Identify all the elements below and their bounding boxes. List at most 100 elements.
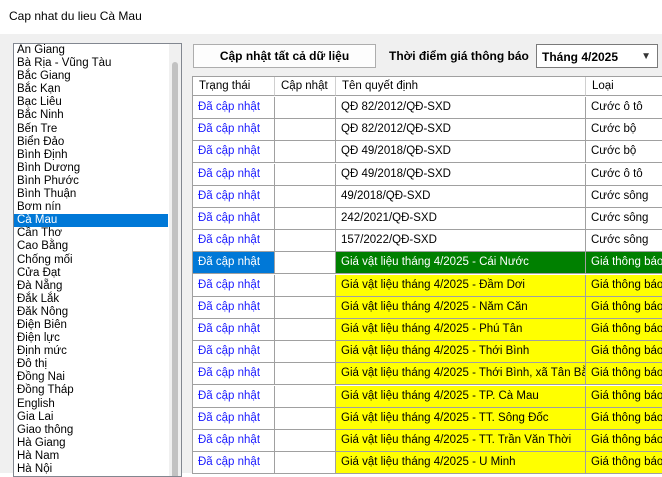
month-select[interactable]: Tháng 4/2025 ▼ (536, 44, 658, 68)
province-list-item[interactable]: Hà Nam (14, 450, 168, 463)
province-list-item[interactable]: Hà Giang (14, 437, 168, 450)
cell-status[interactable]: Đã cập nhật (193, 119, 275, 142)
cell-decision-name[interactable]: Giá vật liệu tháng 4/2025 - Phú Tân (336, 319, 586, 341)
cell-status[interactable]: Đã cập nhật (193, 208, 275, 230)
cell-decision-name[interactable]: Giá vật liệu tháng 4/2025 - Đầm Dơi (336, 274, 586, 297)
cell-status[interactable]: Đã cập nhật (193, 430, 275, 452)
cell-type[interactable]: Cước ô tô (586, 164, 662, 186)
cell-decision-name[interactable]: Giá vật liệu tháng 4/2025 - TT. Sông Đốc (336, 407, 586, 430)
cell-decision-name[interactable]: QĐ 82/2012/QĐ-SXD (336, 97, 586, 119)
province-list-item[interactable]: Bơm nín (14, 201, 168, 214)
cell-decision-name[interactable]: Giá vật liệu tháng 4/2025 - TP. Cà Mau (336, 385, 586, 408)
province-list-item[interactable]: Cao Bằng (14, 240, 168, 253)
table-row[interactable]: Đã cập nhật Giá vật liệu tháng 4/2025 - U… (193, 452, 662, 474)
cell-type[interactable]: Giá thông báo (586, 385, 662, 408)
cell-type[interactable]: Cước bộ (586, 119, 662, 142)
province-list-item[interactable]: Đồng Tháp (14, 384, 168, 397)
table-row[interactable]: Đã cập nhật Giá vật liệu tháng 4/2025 - T… (193, 407, 662, 430)
column-header-decision-name[interactable]: Tên quyết định (336, 77, 586, 96)
table-row[interactable]: Đã cập nhật Giá vật liệu tháng 4/2025 - C… (193, 252, 662, 275)
cell-status[interactable]: Đã cập nhật (193, 363, 275, 386)
cell-decision-name[interactable]: 157/2022/QĐ-SXD (336, 230, 586, 253)
cell-status[interactable]: Đã cập nhật (193, 341, 275, 364)
cell-update[interactable] (275, 430, 336, 452)
table-row[interactable]: Đã cập nhật Giá vật liệu tháng 4/2025 - P… (193, 319, 662, 341)
cell-type[interactable]: Giá thông báo (586, 407, 662, 430)
table-row[interactable]: Đã cập nhật Giá vật liệu tháng 4/2025 - T… (193, 341, 662, 364)
cell-decision-name[interactable]: Giá vật liệu tháng 4/2025 - TT. Trần Văn… (336, 430, 586, 452)
cell-decision-name[interactable]: Giá vật liệu tháng 4/2025 - Cái Nước (336, 252, 586, 275)
cell-type[interactable]: Cước sông (586, 230, 662, 253)
cell-update[interactable] (275, 407, 336, 430)
cell-status[interactable]: Đã cập nhật (193, 319, 275, 341)
cell-update[interactable] (275, 252, 336, 275)
province-list-item[interactable]: Điện lực (14, 332, 168, 345)
cell-status[interactable]: Đã cập nhật (193, 296, 275, 319)
province-list-item[interactable]: Biển Đảo (14, 136, 168, 149)
cell-decision-name[interactable]: QĐ 49/2018/QĐ-SXD (336, 141, 586, 164)
province-list-item[interactable]: Đồng Nai (14, 371, 168, 384)
province-list-item[interactable]: Định mức (14, 345, 168, 358)
cell-type[interactable]: Cước sông (586, 208, 662, 230)
table-row[interactable]: Đã cập nhật QĐ 49/2018/QĐ-SXD Cước bộ (193, 141, 662, 164)
province-list-item[interactable]: Bắc Giang (14, 70, 168, 83)
province-list-item[interactable]: Chống mối (14, 254, 168, 267)
cell-type[interactable]: Cước bộ (586, 141, 662, 164)
table-row[interactable]: Đã cập nhật Giá vật liệu tháng 4/2025 - T… (193, 385, 662, 408)
cell-decision-name[interactable]: Giá vật liệu tháng 4/2025 - Năm Căn (336, 296, 586, 319)
cell-status[interactable]: Đã cập nhật (193, 163, 275, 186)
cell-update[interactable] (275, 319, 336, 341)
province-list-item[interactable]: Bình Phước (14, 175, 168, 188)
table-row[interactable]: Đã cập nhật 157/2022/QĐ-SXD Cước sông (193, 230, 662, 253)
cell-decision-name[interactable]: QĐ 49/2018/QĐ-SXD (336, 163, 586, 186)
cell-type[interactable]: Giá thông báo (586, 452, 662, 474)
province-list-item[interactable]: Cà Mau (14, 214, 168, 228)
province-list-item[interactable]: Bắc Ninh (14, 109, 168, 122)
cell-type[interactable]: Giá thông báo (586, 430, 662, 452)
column-header-type[interactable]: Loại (586, 77, 662, 96)
province-list-item[interactable]: Cần Thơ (14, 227, 168, 240)
cell-type[interactable]: Giá thông báo (586, 319, 662, 341)
cell-type[interactable]: Giá thông báo (586, 363, 662, 386)
cell-type[interactable]: Cước sông (586, 186, 662, 208)
table-row[interactable]: Đã cập nhật 242/2021/QĐ-SXD Cước sông (193, 208, 662, 230)
province-list-item[interactable]: Gia Lai (14, 411, 168, 424)
province-list-item[interactable]: Cửa Đạt (14, 267, 168, 280)
table-row[interactable]: Đã cập nhật 49/2018/QĐ-SXD Cước sông (193, 185, 662, 208)
cell-type[interactable]: Giá thông báo (586, 296, 662, 319)
cell-type[interactable]: Giá thông báo (586, 274, 662, 297)
cell-update[interactable] (275, 141, 336, 164)
province-list[interactable]: An Giang Bà Rịa - Vũng Tàu Bắc Giang Bắc Kạ… (13, 43, 182, 477)
table-row[interactable]: Đã cập nhật Giá vật liệu tháng 4/2025 - T… (193, 430, 662, 452)
cell-update[interactable] (275, 274, 336, 297)
cell-update[interactable] (275, 385, 336, 408)
cell-update[interactable] (275, 208, 336, 230)
province-list-item[interactable]: An Giang (14, 44, 168, 57)
table-row[interactable]: Đã cập nhật Giá vật liệu tháng 4/2025 - T… (193, 363, 662, 386)
province-list-item[interactable]: Bà Rịa - Vũng Tàu (14, 57, 168, 70)
cell-type[interactable]: Giá thông báo (586, 341, 662, 364)
cell-status[interactable]: Đã cập nhật (193, 252, 275, 275)
table-row[interactable]: Đã cập nhật QĐ 82/2012/QĐ-SXD Cước bộ (193, 119, 662, 142)
province-list-item[interactable]: Đô thị (14, 358, 168, 371)
province-list-item[interactable]: Đà Nẵng (14, 280, 168, 293)
province-list-item[interactable]: Điện Biên (14, 319, 168, 332)
province-list-item[interactable]: English (14, 398, 168, 411)
column-header-update[interactable]: Cập nhật (275, 77, 336, 96)
cell-update[interactable] (275, 452, 336, 474)
cell-decision-name[interactable]: 242/2021/QĐ-SXD (336, 208, 586, 230)
cell-update[interactable] (275, 230, 336, 253)
province-list-item[interactable]: Đăk Nông (14, 306, 168, 319)
cell-update[interactable] (275, 119, 336, 142)
province-list-item[interactable]: Bình Định (14, 149, 168, 162)
column-header-status[interactable]: Trạng thái (193, 77, 275, 96)
cell-decision-name[interactable]: 49/2018/QĐ-SXD (336, 185, 586, 208)
province-list-item[interactable]: Đắk Lắk (14, 293, 168, 306)
cell-update[interactable] (275, 341, 336, 364)
cell-update[interactable] (275, 97, 336, 119)
table-row[interactable]: Đã cập nhật QĐ 82/2012/QĐ-SXD Cước ô tô (193, 97, 662, 119)
province-list-item[interactable]: Bắc Kạn (14, 83, 168, 96)
cell-update[interactable] (275, 363, 336, 386)
province-list-item[interactable]: Hà Nội (14, 463, 168, 476)
province-list-item[interactable]: Bạc Liêu (14, 96, 168, 109)
